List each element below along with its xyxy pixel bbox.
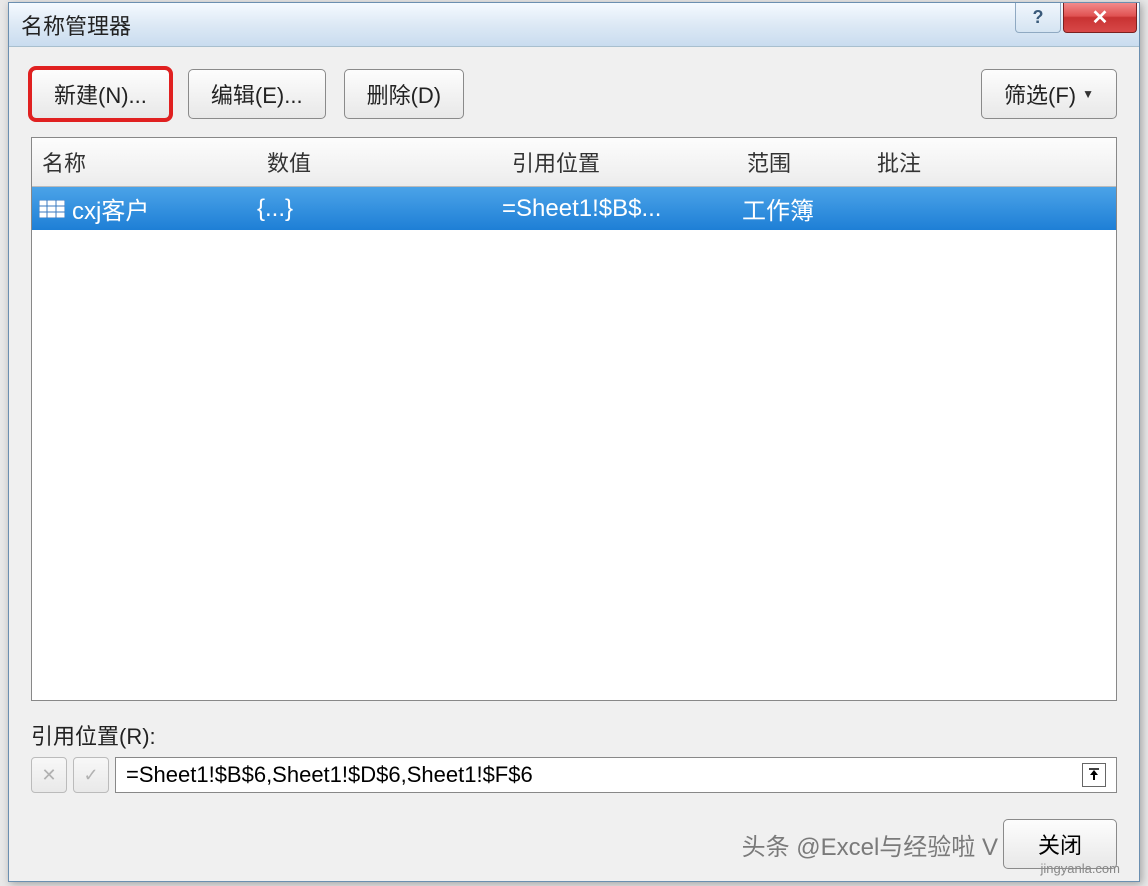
dialog-footer: 关闭 — [31, 819, 1117, 869]
toolbar: 新建(N)... 编辑(E)... 删除(D) 筛选(F) ▼ — [31, 69, 1117, 119]
row-scope: 工作簿 — [742, 191, 872, 226]
x-icon: ✕ — [41, 765, 56, 786]
refers-to-value: =Sheet1!$B$6,Sheet1!$D$6,Sheet1!$F$6 — [126, 762, 1082, 788]
toolbar-left: 新建(N)... 编辑(E)... 删除(D) — [31, 69, 464, 119]
refers-to-area: 引用位置(R): ✕ ✓ =Sheet1!$B$6,Sheet1!$D$6,Sh… — [31, 719, 1117, 793]
titlebar-controls: ? ✕ — [1015, 3, 1139, 46]
new-button[interactable]: 新建(N)... — [31, 69, 170, 119]
refers-to-label: 引用位置(R): — [31, 719, 1117, 751]
row-value: {...} — [257, 195, 502, 223]
list-header: 名称 数值 引用位置 范围 批注 — [32, 138, 1116, 187]
column-header-refers[interactable]: 引用位置 — [502, 138, 737, 186]
chevron-down-icon: ▼ — [1082, 87, 1094, 101]
name-list: 名称 数值 引用位置 范围 批注 — [31, 137, 1117, 701]
window-close-button[interactable]: ✕ — [1063, 3, 1137, 33]
cancel-button[interactable]: ✕ — [31, 757, 67, 793]
column-header-scope[interactable]: 范围 — [737, 138, 867, 186]
edit-button[interactable]: 编辑(E)... — [188, 69, 326, 119]
titlebar: 名称管理器 ? ✕ — [9, 3, 1139, 47]
refers-to-input[interactable]: =Sheet1!$B$6,Sheet1!$D$6,Sheet1!$F$6 — [115, 757, 1117, 793]
filter-label: 筛选(F) — [1004, 78, 1076, 110]
row-refers: =Sheet1!$B$... — [502, 195, 742, 223]
close-button[interactable]: 关闭 — [1003, 819, 1117, 869]
help-button[interactable]: ? — [1015, 3, 1061, 33]
delete-button[interactable]: 删除(D) — [344, 69, 465, 119]
dialog-content: 新建(N)... 编辑(E)... 删除(D) 筛选(F) ▼ 名称 数值 引用… — [9, 47, 1139, 881]
column-header-comment[interactable]: 批注 — [867, 138, 1116, 186]
collapse-dialog-icon[interactable] — [1082, 763, 1106, 787]
accept-button[interactable]: ✓ — [73, 757, 109, 793]
row-name: cxj客户 — [72, 191, 257, 226]
column-header-value[interactable]: 数值 — [257, 138, 502, 186]
dialog-title: 名称管理器 — [21, 9, 131, 41]
defined-name-icon — [38, 199, 66, 219]
refers-to-row: ✕ ✓ =Sheet1!$B$6,Sheet1!$D$6,Sheet1!$F$6 — [31, 757, 1117, 793]
list-body: cxj客户 {...} =Sheet1!$B$... 工作簿 — [32, 187, 1116, 700]
name-manager-dialog: 名称管理器 ? ✕ 新建(N)... 编辑(E)... 删除(D) 筛选(F) … — [8, 2, 1140, 882]
column-header-name[interactable]: 名称 — [32, 138, 257, 186]
filter-button[interactable]: 筛选(F) ▼ — [981, 69, 1117, 119]
check-icon: ✓ — [83, 765, 98, 786]
table-row[interactable]: cxj客户 {...} =Sheet1!$B$... 工作簿 — [32, 187, 1116, 230]
